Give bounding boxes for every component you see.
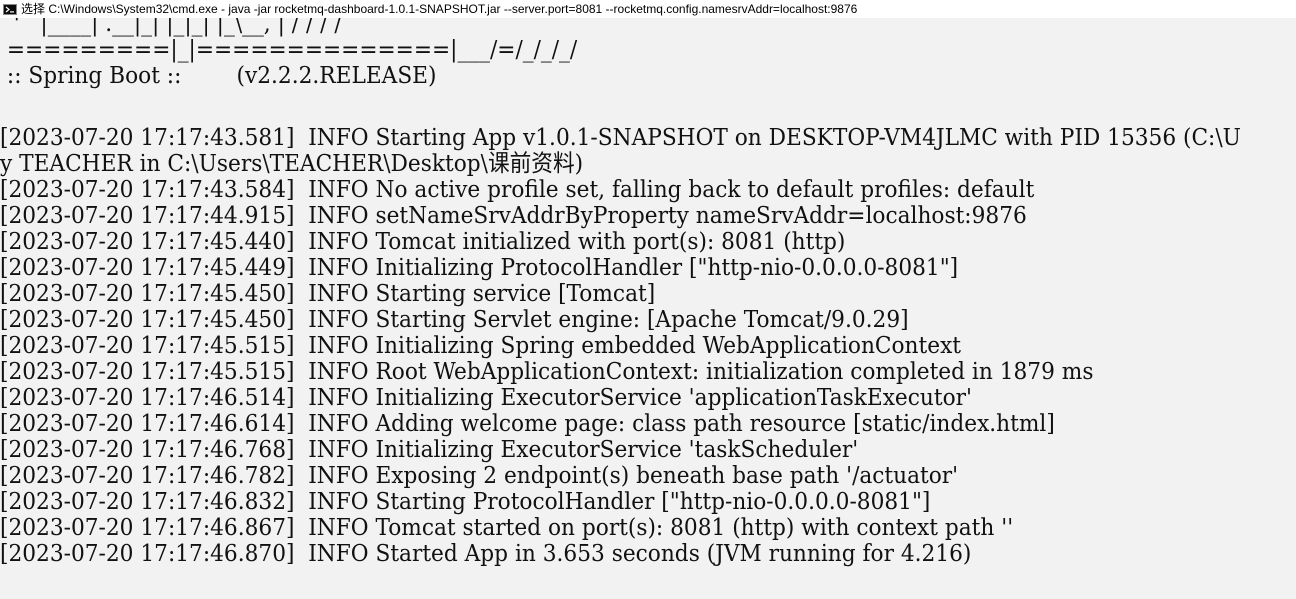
cmd-icon <box>3 3 17 15</box>
banner-art-line: =========|_|==============|___/=/_/_/_/ <box>0 36 578 63</box>
log-line: [2023-07-20 17:17:43.584] INFO No active… <box>0 176 1035 203</box>
log-line: [2023-07-20 17:17:46.867] INFO Tomcat st… <box>0 514 1014 541</box>
log-line: [2023-07-20 17:17:45.515] INFO Root WebA… <box>0 358 1094 385</box>
banner-art-line: ' |____| .__|_| |_|_| |_\__, | / / / / <box>0 18 342 37</box>
cmd-window: 选择 C:\Windows\System32\cmd.exe - java -j… <box>0 0 1296 599</box>
log-line: [2023-07-20 17:17:46.782] INFO Exposing … <box>0 462 959 489</box>
log-line: [2023-07-20 17:17:43.581] INFO Starting … <box>0 124 1241 151</box>
window-title: 选择 C:\Windows\System32\cmd.exe - java -j… <box>21 2 858 16</box>
log-line: [2023-07-20 17:17:46.614] INFO Adding we… <box>0 410 1055 437</box>
console-output[interactable]: ' |____| .__|_| |_|_| |_\__, | / / / / =… <box>0 18 1296 599</box>
log-line: [2023-07-20 17:17:46.870] INFO Started A… <box>0 540 972 567</box>
log-line: [2023-07-20 17:17:45.440] INFO Tomcat in… <box>0 228 846 255</box>
log-line: [2023-07-20 17:17:46.768] INFO Initializ… <box>0 436 859 463</box>
log-line: [2023-07-20 17:17:45.515] INFO Initializ… <box>0 332 962 359</box>
log-line: [2023-07-20 17:17:45.449] INFO Initializ… <box>0 254 959 281</box>
title-bar[interactable]: 选择 C:\Windows\System32\cmd.exe - java -j… <box>0 0 1296 18</box>
spring-boot-version-line: :: Spring Boot :: (v2.2.2.RELEASE) <box>0 62 437 89</box>
log-line: [2023-07-20 17:17:46.514] INFO Initializ… <box>0 384 972 411</box>
log-line: [2023-07-20 17:17:45.450] INFO Starting … <box>0 306 909 333</box>
log-line: [2023-07-20 17:17:45.450] INFO Starting … <box>0 280 656 307</box>
log-line: [2023-07-20 17:17:46.832] INFO Starting … <box>0 488 931 515</box>
log-line: y TEACHER in C:\Users\TEACHER\Desktop\课前… <box>0 150 584 177</box>
log-line: [2023-07-20 17:17:44.915] INFO setNameSr… <box>0 202 1027 229</box>
